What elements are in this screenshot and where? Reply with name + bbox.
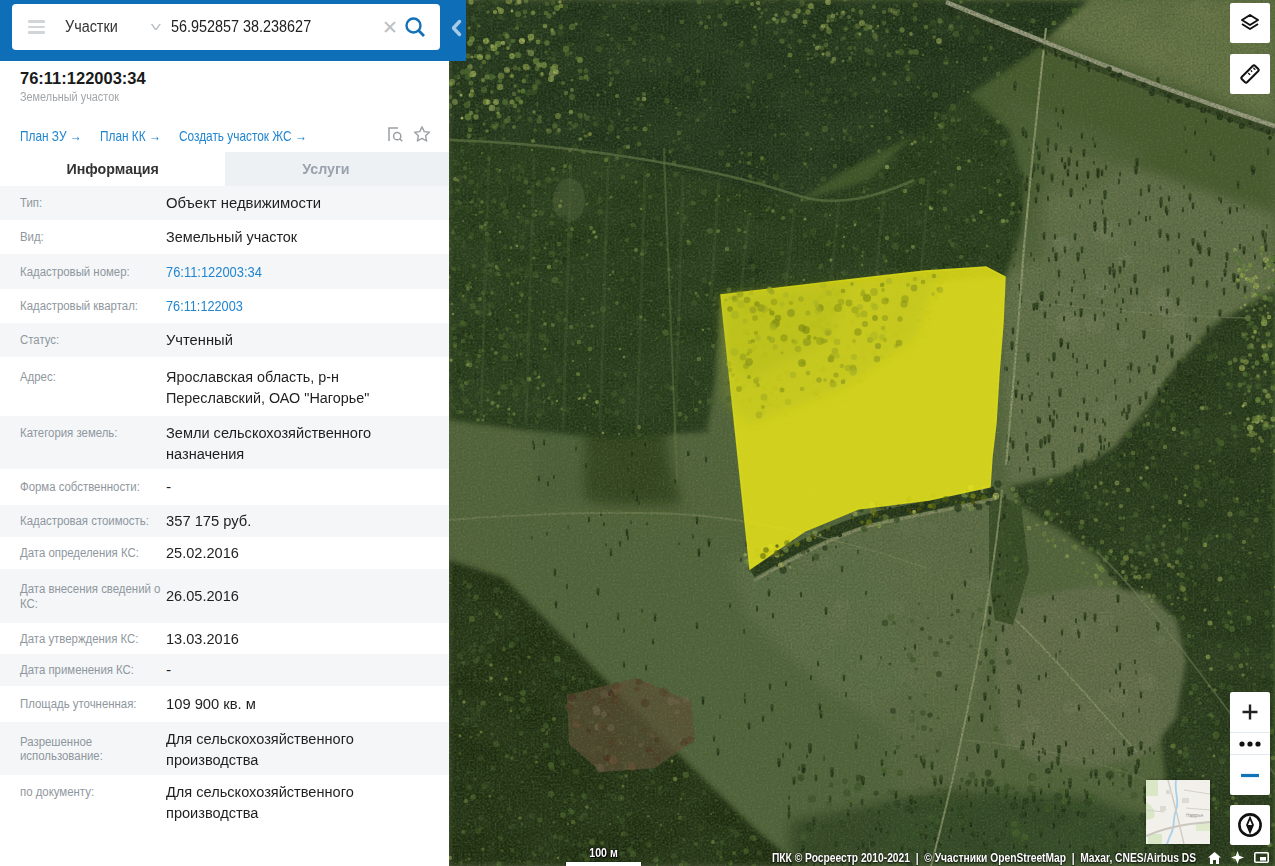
svg-text:Нагорье: Нагорье bbox=[1186, 813, 1204, 818]
